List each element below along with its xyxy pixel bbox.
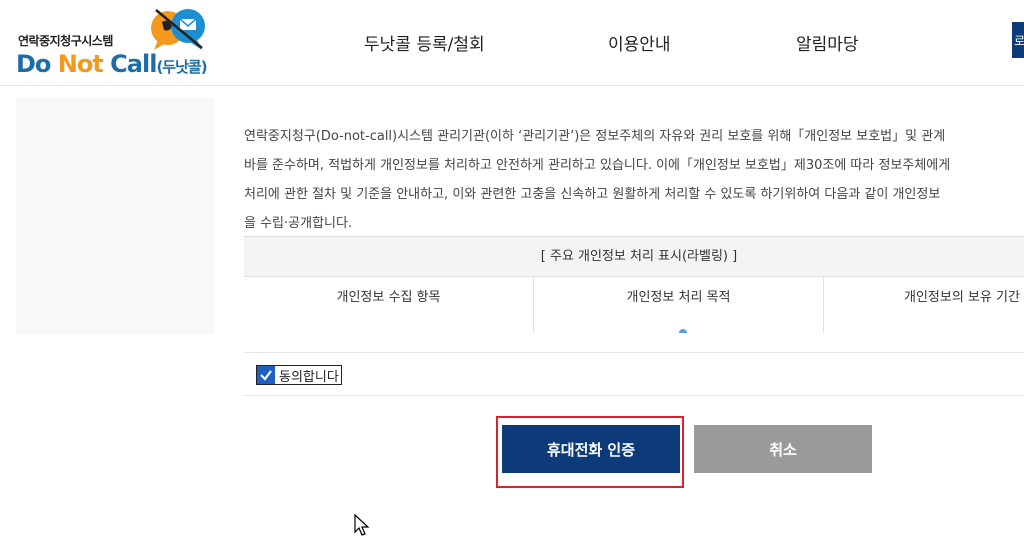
logo-title: Do Not Call(두낫콜) bbox=[16, 50, 208, 78]
labeling-col-purpose[interactable]: 개인정보 처리 목적 bbox=[534, 277, 824, 333]
privacy-intro-text: 연락중지청구(Do-not-call)시스템 관리기관(이하 ‘관리기관’)은 … bbox=[244, 122, 1024, 238]
labeling-title: [ 주요 개인정보 처리 표시(라벨링) ] bbox=[244, 237, 1024, 277]
intro-line-2: 바를 준수하며, 적법하게 개인정보를 처리하고 안전하게 관리하고 있습니다.… bbox=[244, 158, 951, 173]
cancel-button[interactable]: 취소 bbox=[694, 425, 872, 473]
privacy-labeling-table: [ 주요 개인정보 처리 표시(라벨링) ] 개인정보 수집 항목 개인정보 처… bbox=[244, 236, 1024, 334]
nav-login-label: 로 bbox=[1014, 34, 1024, 48]
labeling-columns: 개인정보 수집 항목 개인정보 처리 목적 개인정보의 보유 기간 bbox=[244, 277, 1024, 333]
logo-subtitle: 연락중지청구시스템 bbox=[18, 34, 113, 48]
labeling-purpose-marker-icon bbox=[678, 329, 687, 333]
intro-line-3: 처리에 관한 절차 및 기준을 안내하고, 이와 관련한 고충을 신속하고 원활… bbox=[244, 187, 941, 202]
intro-line-1: 연락중지청구(Do-not-call)시스템 관리기관(이하 ‘관리기관’)은 … bbox=[244, 129, 946, 144]
logo-speech-bubbles-icon bbox=[151, 9, 205, 50]
labeling-col-retention-label: 개인정보의 보유 기간 bbox=[904, 290, 1020, 305]
logo-title-korean: (두낫콜) bbox=[156, 58, 207, 76]
labeling-col-collected-items[interactable]: 개인정보 수집 항목 bbox=[244, 277, 534, 333]
agree-checkbox[interactable] bbox=[257, 366, 275, 384]
nav-item-register[interactable]: 두낫콜 등록/철회 bbox=[364, 30, 485, 55]
nav-item-guide[interactable]: 이용안내 bbox=[608, 30, 671, 55]
checkmark-icon bbox=[260, 370, 272, 381]
site-logo[interactable]: 연락중지청구시스템 Do Not Call(두낫콜) bbox=[16, 6, 216, 82]
intro-line-4: 을 수립·공개합니다. bbox=[244, 216, 353, 231]
mouse-cursor-icon bbox=[354, 514, 370, 536]
labeling-col-collected-items-label: 개인정보 수집 항목 bbox=[336, 290, 441, 305]
sidebar-placeholder bbox=[16, 98, 214, 334]
logo-title-do: Do bbox=[16, 50, 58, 78]
agreement-row: 동의합니다 bbox=[244, 352, 1024, 396]
labeling-col-retention[interactable]: 개인정보의 보유 기간 bbox=[824, 277, 1024, 333]
logo-title-call: Call bbox=[102, 50, 157, 78]
phone-verify-button[interactable]: 휴대전화 인증 bbox=[502, 425, 680, 473]
site-header: 연락중지청구시스템 Do Not Call(두낫콜) 두낫콜 등록/철회 이용안… bbox=[0, 0, 1024, 86]
logo-title-not: Not bbox=[57, 50, 104, 78]
agree-checkbox-group[interactable]: 동의합니다 bbox=[256, 365, 342, 385]
agree-label: 동의합니다 bbox=[279, 369, 339, 385]
nav-login-button[interactable]: 로 bbox=[1012, 22, 1024, 58]
nav-item-notice[interactable]: 알림마당 bbox=[796, 30, 859, 55]
labeling-col-purpose-label: 개인정보 처리 목적 bbox=[626, 290, 731, 305]
